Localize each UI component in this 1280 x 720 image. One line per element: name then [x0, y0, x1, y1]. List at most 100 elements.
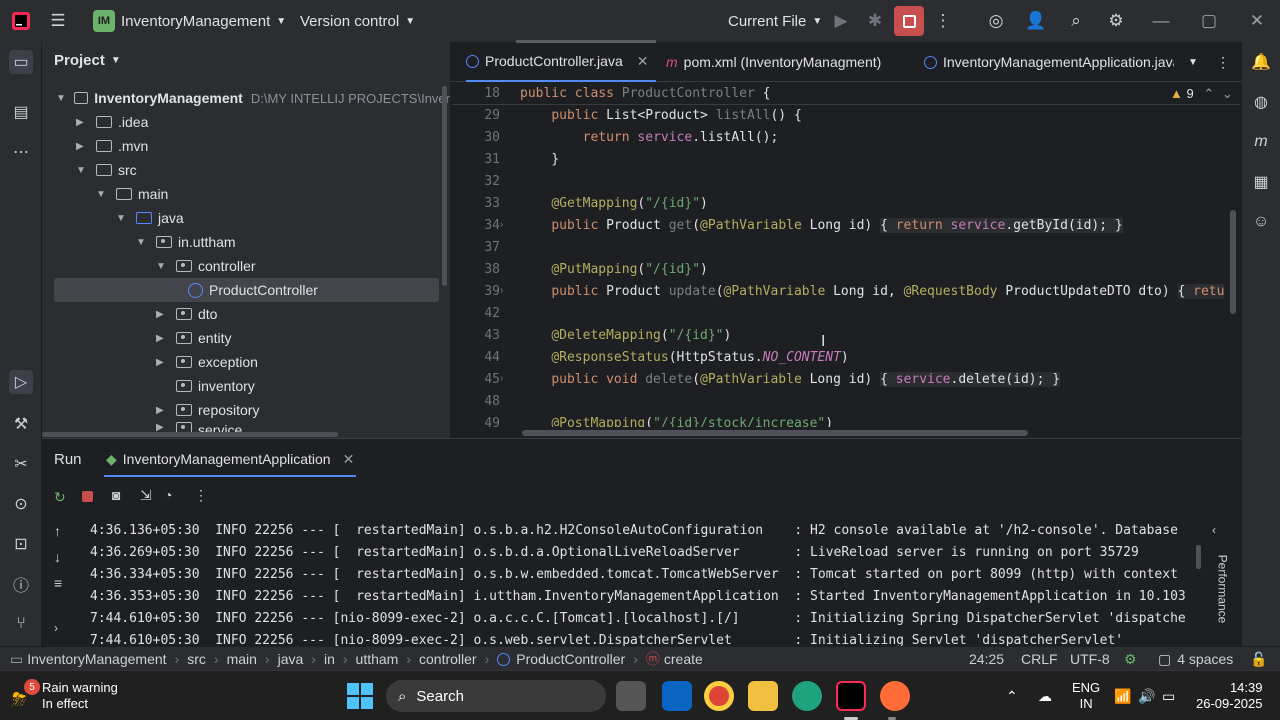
expand-icon[interactable]: › — [54, 621, 58, 635]
weather-widget[interactable]: ⛈ 5 Rain warning In effect — [8, 671, 118, 720]
more-tools-icon[interactable]: ⋯ — [9, 140, 33, 164]
code-line[interactable]: 44 @ResponseStatus(HttpStatus.NO_CONTENT… — [452, 347, 1240, 369]
run-config-selector[interactable]: Current File ▼ — [728, 0, 822, 42]
add-user-icon[interactable]: 👤 — [1025, 10, 1047, 32]
chevron-up-icon[interactable]: ⌃ — [1203, 86, 1214, 101]
caret-position[interactable]: 24:25 — [969, 647, 1004, 671]
build-icon[interactable]: ⚒ — [9, 412, 33, 436]
fold-arrow-icon[interactable]: › — [500, 285, 503, 296]
close-icon[interactable]: ✕ — [1246, 10, 1268, 32]
code-line[interactable]: 43 @DeleteMapping("/{id}") — [452, 325, 1240, 347]
maximize-icon[interactable]: ▢ — [1198, 10, 1220, 32]
battery-icon[interactable]: ▭ — [1162, 671, 1175, 720]
tree-item-root[interactable]: ▼ InventoryManagement D:\MY INTELLIJ PROJE… — [56, 86, 450, 110]
editor-vertical-scrollbar[interactable] — [1230, 210, 1236, 314]
editor-horizontal-scrollbar[interactable] — [522, 430, 1028, 436]
maven-icon[interactable]: m — [1249, 130, 1273, 154]
notifications-icon[interactable]: 🔔 — [1249, 50, 1273, 74]
file-encoding[interactable]: UTF-8 — [1070, 647, 1110, 671]
log-line[interactable]: 4:36.334+05:30 INFO 22256 --- [ restarte… — [90, 564, 1208, 586]
postman-icon[interactable] — [880, 681, 910, 711]
clock[interactable]: 14:39 26-09-2025 — [1196, 671, 1263, 720]
taskbar-search[interactable]: ⌕ Search — [386, 680, 606, 712]
more-icon[interactable]: ⋮ — [194, 487, 208, 504]
tray-overflow-icon[interactable]: ⌃ — [1006, 671, 1018, 720]
vertical-scrollbar[interactable] — [442, 86, 447, 286]
code-line[interactable]: 45 public void delete(@PathVariable Long… — [452, 369, 1240, 391]
crumb[interactable]: controller — [419, 651, 477, 667]
ai-chat-icon[interactable]: ◍ — [1249, 90, 1273, 114]
rerun-icon[interactable]: ↻ — [54, 489, 66, 506]
tree-item-productcontroller[interactable]: ProductController — [54, 278, 439, 302]
crumb[interactable]: in — [324, 651, 335, 667]
code-line[interactable]: 37 — [452, 237, 1240, 259]
stop-run-icon[interactable] — [82, 491, 93, 502]
intellij-taskbar-icon[interactable] — [836, 681, 866, 711]
tree-item-src[interactable]: ▼ src — [76, 158, 137, 182]
project-tool-icon[interactable]: ▭ — [9, 50, 33, 74]
scroll-up-icon[interactable]: ↑ — [54, 523, 61, 539]
tree-item-mvn[interactable]: ▶ .mvn — [76, 134, 148, 158]
more-icon[interactable]: ⋮ — [932, 10, 954, 32]
task-view-icon[interactable] — [616, 681, 646, 711]
outlook-icon[interactable] — [662, 681, 692, 711]
export-icon[interactable]: ⇲ — [140, 487, 152, 504]
tree-item-entity[interactable]: ▶ entity — [156, 326, 231, 350]
tab-pom[interactable]: m pom.xml (InventoryManagment) — [666, 42, 881, 82]
tab-productcontroller[interactable]: ProductController.java ✕ — [466, 42, 656, 82]
debug-tool-icon[interactable]: ⊙ — [9, 492, 33, 516]
tabs-more-icon[interactable]: ⋮ — [1216, 42, 1230, 82]
log-line[interactable]: 7:44.610+05:30 INFO 22256 --- [nio-8099-… — [90, 630, 1208, 646]
close-tab-icon[interactable]: ✕ — [637, 53, 649, 70]
vcs-menu[interactable]: Version control ▼ — [300, 0, 415, 42]
tree-item-inventory[interactable]: inventory — [176, 374, 255, 398]
git-icon[interactable]: ⑂ — [9, 612, 33, 636]
close-tab-icon[interactable]: ✕ — [343, 451, 355, 468]
code-line[interactable]: 30 return service.listAll(); — [452, 127, 1240, 149]
tab-application[interactable]: InventoryManagementApplication.java — [924, 42, 1174, 82]
code-line[interactable]: 49 @PostMapping("/{id}/stock/increase") — [452, 413, 1240, 427]
database-icon[interactable]: ▦ — [1249, 170, 1273, 194]
problems-icon[interactable]: ⓘ — [9, 572, 33, 596]
code-line[interactable]: 31 } — [452, 149, 1240, 171]
tree-item-dto[interactable]: ▶ dto — [156, 302, 217, 326]
code-line[interactable]: 33 @GetMapping("/{id}") — [452, 193, 1240, 215]
settings-icon[interactable]: ⚙ — [1105, 10, 1127, 32]
crumb[interactable]: src — [187, 651, 206, 667]
soft-wrap-icon[interactable]: ≡ — [54, 575, 62, 591]
main-menu-icon[interactable]: ☰ — [47, 10, 69, 32]
wifi-icon[interactable]: 📶 — [1114, 671, 1131, 720]
language-indicator[interactable]: ENG IN — [1072, 671, 1100, 720]
run-icon[interactable]: ▶ — [830, 10, 852, 32]
tree-item-controller[interactable]: ▼ controller — [156, 254, 256, 278]
network-off-icon[interactable]: ☁ — [1038, 671, 1052, 720]
crumb[interactable]: ProductController — [516, 651, 625, 667]
code-line[interactable]: 34 public Product get(@PathVariable Long… — [452, 215, 1240, 237]
project-selector[interactable]: IM InventoryManagement ▼ — [93, 0, 286, 42]
search-icon[interactable]: ⌕ — [1065, 10, 1087, 32]
chevron-left-icon[interactable]: ‹ — [1212, 523, 1216, 537]
code-line[interactable]: 38 @PutMapping("/{id}") — [452, 259, 1240, 281]
tree-item-repository[interactable]: ▶ repository — [156, 398, 259, 422]
start-button[interactable] — [346, 671, 374, 720]
crumb[interactable]: create — [664, 651, 703, 667]
log-line[interactable]: 4:36.353+05:30 INFO 22256 --- [ restarte… — [90, 586, 1208, 608]
code-line[interactable]: 32 — [452, 171, 1240, 193]
code-line[interactable]: 42 — [452, 303, 1240, 325]
lock-icon[interactable]: 🔓 — [1250, 647, 1267, 671]
indent-setting[interactable]: ▢ 4 spaces — [1158, 647, 1233, 671]
crumb[interactable]: java — [278, 651, 304, 667]
copilot-icon[interactable]: ☺ — [1249, 210, 1273, 234]
terminal-icon[interactable]: ⊡ — [9, 532, 33, 556]
file-explorer-icon[interactable] — [748, 681, 778, 711]
horizontal-scrollbar[interactable] — [42, 432, 338, 437]
tree-item-exception[interactable]: ▶ exception — [156, 350, 258, 374]
code-line[interactable]: 48 — [452, 391, 1240, 413]
tree-item-java[interactable]: ▼ java — [116, 206, 184, 230]
volume-icon[interactable]: 🔊 — [1138, 671, 1155, 720]
fold-arrow-icon[interactable]: › — [500, 373, 503, 384]
ai-status-icon[interactable]: ⚙ — [1124, 647, 1137, 671]
performance-tab[interactable]: Performance — [1210, 539, 1234, 639]
profiler-icon[interactable]: ◔ — [164, 487, 172, 503]
warning-count[interactable]: ▲ 9 ⌃ ⌄ — [1170, 86, 1233, 102]
